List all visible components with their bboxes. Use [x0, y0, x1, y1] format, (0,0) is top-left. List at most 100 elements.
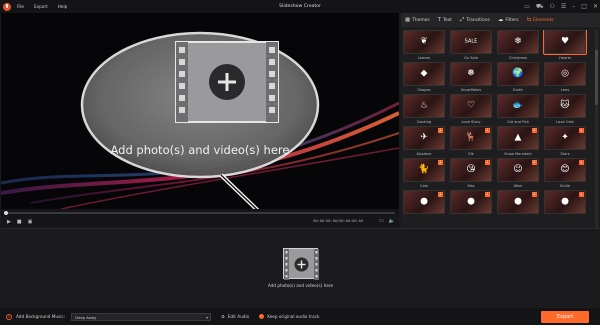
element-item[interactable]: ❅ Snowflakes: [450, 62, 492, 93]
elements-grid: ❦ Leaves SALE On Sale ❄ Christmas ♥ Hearts ◆ Shap…: [403, 30, 592, 228]
element-item[interactable]: ♥ Hearts: [543, 30, 587, 61]
element-thumbnail[interactable]: 🦌 ↓: [450, 126, 492, 150]
export-button[interactable]: Export: [541, 311, 589, 323]
download-icon[interactable]: ↓: [438, 160, 443, 165]
minimize-icon[interactable]: –: [572, 3, 575, 10]
download-icon[interactable]: ↓: [532, 128, 537, 133]
element-label: Earth: [513, 88, 523, 92]
element-thumbnail[interactable]: 😉 ↓: [497, 158, 539, 182]
music-select[interactable]: Deep Away ▾: [71, 312, 212, 321]
close-icon[interactable]: ✕: [593, 3, 598, 10]
keep-audio-checkbox[interactable]: Keep original audio track: [259, 314, 319, 319]
element-label: Leaves: [417, 56, 431, 60]
menu-help[interactable]: Help: [58, 4, 68, 9]
download-icon[interactable]: ↓: [485, 160, 490, 165]
element-thumbnail[interactable]: ✈ ↓: [403, 126, 445, 150]
volume-icon[interactable]: 🔈: [389, 218, 395, 224]
preview-canvas[interactable]: Add photo(s) and video(s) here: [1, 13, 399, 209]
settings-icon[interactable]: ☰: [561, 3, 566, 10]
element-item[interactable]: ❦ Leaves: [403, 30, 445, 61]
user-icon[interactable]: ⚇: [550, 3, 555, 10]
element-item[interactable]: 😊 ↓ Smile: [544, 158, 586, 189]
element-item[interactable]: ◆ Shapes: [403, 62, 445, 93]
element-item[interactable]: ▲ ↓ Snow Mountain: [497, 126, 539, 157]
element-item[interactable]: ● ↓: [497, 190, 539, 221]
element-item[interactable]: 🌍 Earth: [497, 62, 539, 93]
element-thumbnail[interactable]: 🌍: [497, 62, 539, 86]
download-icon[interactable]: ↓: [532, 160, 537, 165]
stop-icon[interactable]: ■: [17, 219, 22, 225]
element-item[interactable]: ● ↓: [450, 190, 492, 221]
element-item[interactable]: SALE On Sale: [450, 30, 492, 61]
snapshot-icon[interactable]: ▣: [28, 219, 33, 225]
tab-themes[interactable]: ▦ Themes: [405, 17, 430, 23]
download-icon[interactable]: ↓: [579, 192, 584, 197]
tab-filters[interactable]: ☁ Filters: [498, 17, 519, 23]
element-thumbnail[interactable]: 🐈 ↓: [403, 158, 445, 182]
download-icon[interactable]: ↓: [485, 192, 490, 197]
element-item[interactable]: ● ↓: [403, 190, 445, 221]
element-thumbnail[interactable]: ❄: [497, 30, 539, 54]
element-thumbnail[interactable]: ◎: [544, 62, 586, 86]
element-thumbnail[interactable]: ● ↓: [403, 190, 445, 214]
download-icon[interactable]: ↓: [438, 192, 443, 197]
aspect-ratio-icon[interactable]: ▭: [379, 218, 384, 224]
element-thumbnail[interactable]: ❦: [403, 30, 445, 54]
add-media-button[interactable]: [283, 248, 319, 280]
download-icon[interactable]: ↓: [532, 192, 537, 197]
scrollbar-thumb[interactable]: [595, 50, 598, 105]
edit-audio-button[interactable]: ⚙ Edit Audio: [221, 314, 249, 319]
element-item[interactable]: ❄ Christmas: [497, 30, 539, 61]
download-icon[interactable]: ↓: [579, 128, 584, 133]
music-add-icon[interactable]: +: [6, 313, 12, 320]
chat-icon[interactable]: ▭: [524, 3, 530, 10]
element-thumbnail[interactable]: ♨: [403, 94, 445, 118]
element-preview-icon: ◆: [420, 68, 428, 79]
maximize-icon[interactable]: □: [581, 3, 587, 10]
element-item[interactable]: 🐟 Cat and Fish: [497, 94, 539, 125]
element-item[interactable]: 🐱 Love Cats: [544, 94, 586, 125]
element-thumbnail[interactable]: ▲ ↓: [497, 126, 539, 150]
element-thumbnail[interactable]: ◆: [403, 62, 445, 86]
timeline-area[interactable]: Add photo(s) and video(s) here: [1, 228, 600, 308]
element-thumbnail[interactable]: ❅: [450, 62, 492, 86]
menu-export[interactable]: Export: [34, 4, 48, 9]
element-item[interactable]: ✈ ↓ Airplane: [403, 126, 445, 157]
element-thumbnail[interactable]: ♡: [450, 94, 492, 118]
element-item[interactable]: ◎ Lens: [544, 62, 586, 93]
seek-bar[interactable]: [1, 209, 399, 216]
play-icon[interactable]: ▶: [7, 219, 11, 225]
element-label: Hearts: [559, 56, 571, 60]
element-thumbnail[interactable]: SALE: [450, 30, 492, 54]
element-item[interactable]: ● ↓: [544, 190, 586, 221]
element-item[interactable]: 😉 ↓ Wink: [497, 158, 539, 189]
tab-transitions[interactable]: ⤢ Transitions: [460, 17, 490, 24]
menu-file[interactable]: File: [17, 4, 24, 9]
element-thumbnail[interactable]: ● ↓: [497, 190, 539, 214]
element-item[interactable]: 😘 ↓ Kiss: [450, 158, 492, 189]
cart-icon[interactable]: ⛟: [536, 3, 544, 11]
tab-elements[interactable]: ⇆ Elements: [527, 17, 554, 23]
seek-knob[interactable]: [4, 210, 8, 215]
download-icon[interactable]: ↓: [579, 160, 584, 165]
download-icon[interactable]: ↓: [438, 128, 443, 133]
element-item[interactable]: ♡ Love Story: [450, 94, 492, 125]
download-icon[interactable]: ↓: [485, 128, 490, 133]
element-item[interactable]: ✦ ↓ Stars: [544, 126, 586, 157]
element-thumbnail[interactable]: ✦ ↓: [544, 126, 586, 150]
element-thumbnail[interactable]: ● ↓: [450, 190, 492, 214]
element-thumbnail[interactable]: 😘 ↓: [450, 158, 492, 182]
element-thumbnail[interactable]: 🐟: [497, 94, 539, 118]
element-label: Love Story: [461, 120, 481, 124]
element-item[interactable]: 🐈 ↓ Cats: [403, 158, 445, 189]
element-preview-icon: ✦: [561, 132, 569, 143]
tab-text[interactable]: T Text: [438, 17, 452, 23]
element-thumbnail[interactable]: ● ↓: [544, 190, 586, 214]
element-thumbnail[interactable]: 🐱: [544, 94, 586, 118]
element-item[interactable]: ♨ Cooking: [403, 94, 445, 125]
element-thumbnail[interactable]: 😊 ↓: [544, 158, 586, 182]
element-item[interactable]: 🦌 ↓ Elk: [450, 126, 492, 157]
elements-scrollbar[interactable]: [595, 30, 598, 228]
seek-track[interactable]: [5, 212, 395, 214]
element-thumbnail[interactable]: ♥: [543, 30, 587, 55]
